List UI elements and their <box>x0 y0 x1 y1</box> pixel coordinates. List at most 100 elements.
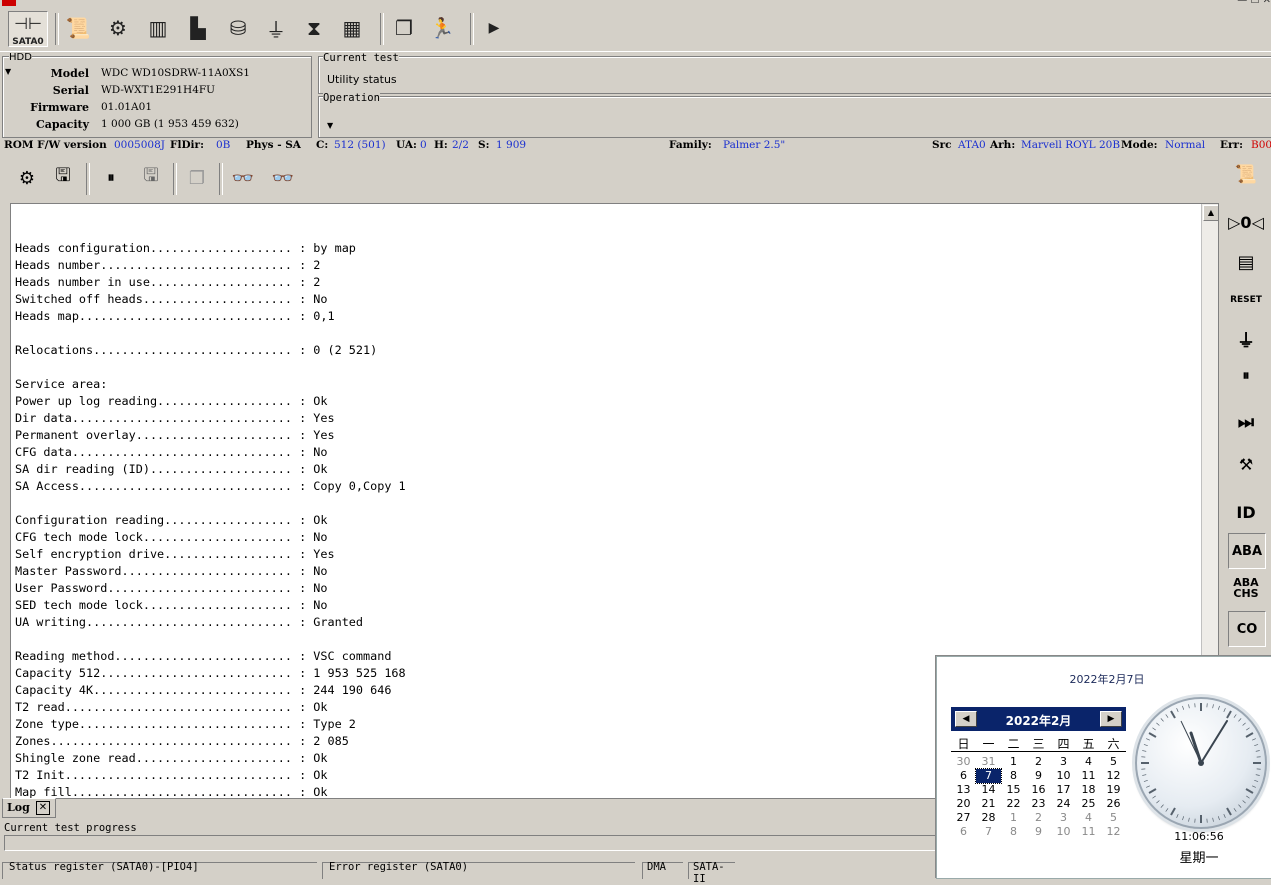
calendar-day[interactable]: 23 <box>1026 797 1051 811</box>
calendar-day[interactable]: 17 <box>1051 783 1076 797</box>
calendar-day[interactable]: 20 <box>951 797 976 811</box>
save-button[interactable]: 🖫 <box>48 163 78 193</box>
calendar-day[interactable]: 2 <box>1026 755 1051 769</box>
calendar-day[interactable]: 4 <box>1076 811 1101 825</box>
disk-button[interactable]: ⛁ <box>222 12 254 44</box>
module-button[interactable]: ▙ <box>182 12 214 44</box>
clock-tick <box>1246 796 1249 798</box>
id-label: ID <box>1236 503 1255 522</box>
sidebar-reset-button[interactable]: RESET <box>1228 283 1264 317</box>
start-button[interactable]: ⚙ <box>12 163 42 193</box>
calendar-day[interactable]: 11 <box>1076 769 1101 783</box>
hdd-firmware-label: Firmware <box>30 101 89 114</box>
calendar-day[interactable]: 14 <box>976 783 1001 797</box>
calendar-day[interactable]: 18 <box>1076 783 1101 797</box>
calendar-day[interactable]: 31 <box>976 755 1001 769</box>
close-icon[interactable]: ✕ <box>36 801 50 815</box>
calendar-day[interactable]: 16 <box>1026 783 1051 797</box>
tests-button[interactable]: 🏃 <box>426 12 458 44</box>
calendar-day[interactable]: 21 <box>976 797 1001 811</box>
calendar-day[interactable]: 5 <box>1101 811 1126 825</box>
co-label: CO <box>1237 622 1258 637</box>
sidebar-abachs-button[interactable]: ABA CHS <box>1228 571 1264 605</box>
calendar-day[interactable]: 22 <box>1001 797 1026 811</box>
scroll-doc-button[interactable]: 📜 <box>62 12 94 44</box>
calendar-day[interactable]: 27 <box>951 811 976 825</box>
find-next-button[interactable]: 👓 <box>268 163 298 193</box>
s-label: S: <box>478 139 489 151</box>
window-controls[interactable]: — ☐ ✕ <box>1237 0 1271 6</box>
calendar-day[interactable]: 26 <box>1101 797 1126 811</box>
arh-label: Arh: <box>990 139 1015 151</box>
windows-button[interactable]: ❐ <box>388 12 420 44</box>
pause-button[interactable]: ⏸ <box>96 163 126 193</box>
clock-tick <box>1246 733 1253 737</box>
operation-dropdown-icon[interactable]: ▼ <box>327 121 333 130</box>
calendar-day[interactable]: 10 <box>1051 825 1076 839</box>
ua-value: 0 <box>420 139 427 151</box>
calendar-day[interactable]: 12 <box>1101 825 1126 839</box>
src-label: Src <box>932 139 952 151</box>
sidebar-power-button[interactable]: ⏚ <box>1228 323 1264 357</box>
sidebar-heads-button[interactable]: ⏭ <box>1228 405 1264 439</box>
stop-button[interactable]: 🖫 <box>136 163 166 193</box>
calendar-day[interactable]: 7 <box>976 825 1001 839</box>
zone-button[interactable]: ⧗ <box>298 12 330 44</box>
calendar-day[interactable]: 3 <box>1051 755 1076 769</box>
table-button[interactable]: ▦ <box>336 12 368 44</box>
clock-tick <box>1146 739 1150 741</box>
sata-mode-label: SATA-II <box>693 861 735 885</box>
calendar-day[interactable]: 13 <box>951 783 976 797</box>
calendar-day[interactable]: 4 <box>1076 755 1101 769</box>
clock-hands-icon <box>1137 699 1265 827</box>
calendar-day[interactable]: 7 <box>976 769 1001 783</box>
s-value: 1 909 <box>496 139 526 151</box>
chip-button[interactable]: ▥ <box>142 12 174 44</box>
clock-tick <box>1227 808 1231 815</box>
sidebar-aba-button[interactable]: ABA <box>1228 533 1266 569</box>
settings-gear-button[interactable]: ⚙ <box>102 12 134 44</box>
sidebar-pause-button[interactable]: ⏸ <box>1228 359 1264 393</box>
calendar-day[interactable]: 15 <box>1001 783 1026 797</box>
sidebar-co-button[interactable]: CO <box>1228 611 1266 647</box>
clock-tick <box>1144 780 1148 781</box>
calendar-day[interactable]: 5 <box>1101 755 1126 769</box>
calendar-day[interactable]: 6 <box>951 769 976 783</box>
sidebar-scroll-button[interactable]: 📜 <box>1228 157 1264 191</box>
sidebar-id-button[interactable]: ID <box>1228 495 1264 529</box>
calendar-day[interactable]: 19 <box>1101 783 1126 797</box>
copy-button[interactable]: ❐ <box>182 163 212 193</box>
sidebar-zero-button[interactable]: ▷0◁ <box>1228 205 1264 239</box>
find-button[interactable]: 👓 <box>228 163 258 193</box>
calendar-day[interactable]: 11 <box>1076 825 1101 839</box>
calendar-day[interactable]: 9 <box>1026 825 1051 839</box>
sidebar-tools-button[interactable]: ⚒ <box>1228 447 1264 481</box>
calendar-day[interactable]: 24 <box>1051 797 1076 811</box>
calendar-day[interactable]: 2 <box>1026 811 1051 825</box>
clock-tick <box>1182 706 1183 710</box>
calendar-day[interactable]: 8 <box>1001 769 1026 783</box>
calendar-day[interactable]: 30 <box>951 755 976 769</box>
calendar-day[interactable]: 3 <box>1051 811 1076 825</box>
run-button[interactable]: ▶ <box>478 12 510 44</box>
scroll-up-arrow-icon[interactable]: ▲ <box>1203 205 1219 221</box>
calendar-day[interactable]: 9 <box>1026 769 1051 783</box>
hdd-model-value: WDC WD10SDRW-11A0XS1 <box>101 67 250 79</box>
sata-port-button[interactable]: ⊣⊢ SATA0 <box>8 11 48 47</box>
calendar-day[interactable]: 12 <box>1101 769 1126 783</box>
next-month-button[interactable]: ▶ <box>1100 711 1122 727</box>
err-label: Err: <box>1220 139 1243 151</box>
calendar-day[interactable]: 8 <box>1001 825 1026 839</box>
log-tab[interactable]: Log ✕ <box>2 798 56 818</box>
pause-icon: ⏸ <box>1243 368 1250 384</box>
calendar-day[interactable]: 1 <box>1001 811 1026 825</box>
calendar-day[interactable]: 6 <box>951 825 976 839</box>
heads-button[interactable]: ⏚ <box>260 12 292 44</box>
calendar-day[interactable]: 28 <box>976 811 1001 825</box>
sidebar-board-button[interactable]: ▤ <box>1228 245 1264 279</box>
calendar-day[interactable]: 10 <box>1051 769 1076 783</box>
calendar-day[interactable]: 25 <box>1076 797 1101 811</box>
calendar-day[interactable]: 1 <box>1001 755 1026 769</box>
zero-arrows-icon: ▷0◁ <box>1228 213 1264 232</box>
rom-label: ROM F/W version <box>4 139 107 151</box>
